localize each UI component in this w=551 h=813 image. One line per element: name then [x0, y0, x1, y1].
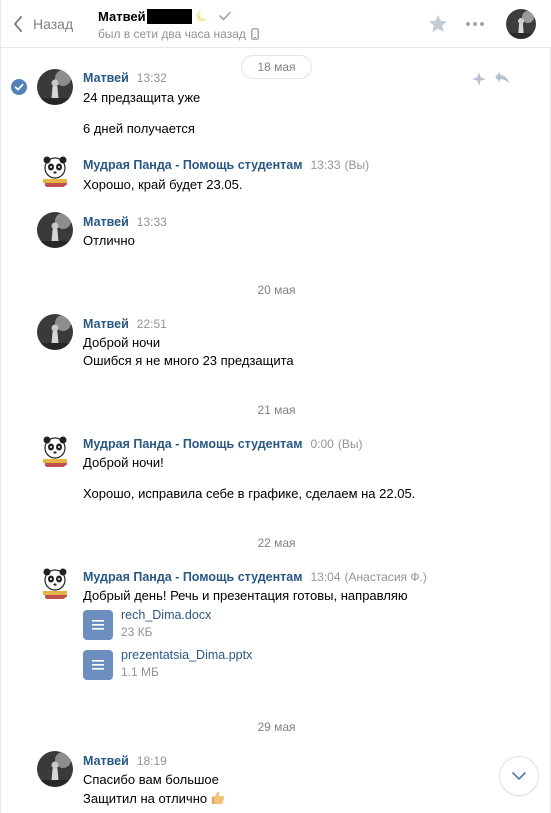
- date-separator: 21 мая: [257, 403, 296, 417]
- message-text: Добрый день! Речь и презентация готовы, …: [83, 588, 408, 603]
- header-avatar[interactable]: [506, 9, 536, 39]
- date-separator: 20 мая: [257, 283, 296, 297]
- document-size: 23 КБ: [121, 625, 153, 639]
- message-time[interactable]: 13:32: [137, 71, 167, 85]
- sender-note: (Вы): [344, 158, 370, 172]
- chat-header: Назад Матвей был в сети два часа назад: [1, 0, 551, 48]
- sender-name[interactable]: Матвей: [83, 317, 129, 331]
- reply-icon[interactable]: [494, 71, 510, 85]
- message-header: Мудрая Панда - Помощь студентам 13:33 (В…: [83, 158, 369, 172]
- sender-name[interactable]: Матвей: [83, 71, 129, 85]
- online-status: был в сети два часа назад: [98, 27, 246, 41]
- document-size: 1.1 МБ: [121, 665, 159, 679]
- moon-emoji-icon: [196, 10, 209, 22]
- sender-note: (Вы): [337, 437, 363, 451]
- date-separator: 29 мая: [257, 720, 296, 734]
- message-text: Отлично: [83, 233, 135, 248]
- redacted-surname: [146, 8, 192, 24]
- date-separator: 18 мая: [241, 55, 312, 79]
- star-icon[interactable]: [428, 14, 448, 33]
- thumbs-up-emoji-icon: [212, 791, 225, 805]
- contact-info[interactable]: Матвей был в сети два часа назад: [98, 8, 259, 41]
- message-header: Мудрая Панда - Помощь студентам 13:04 (А…: [83, 570, 427, 584]
- message-time[interactable]: 13:04: [310, 570, 340, 584]
- document-icon: [83, 650, 113, 680]
- message-header: Матвей 22:51: [83, 317, 167, 331]
- message-text: Спасибо вам большое: [83, 772, 219, 787]
- sparkle-icon[interactable]: [471, 71, 487, 87]
- message-time[interactable]: 18:19: [137, 754, 167, 768]
- message-time[interactable]: 13:33: [310, 158, 340, 172]
- more-icon[interactable]: [465, 21, 485, 27]
- mobile-phone-icon: [251, 28, 259, 40]
- message-text: Доброй ночи!: [83, 455, 164, 470]
- back-button[interactable]: Назад: [13, 13, 73, 35]
- document-icon: [83, 610, 113, 640]
- message-header: Матвей 13:33: [83, 215, 167, 229]
- sender-name[interactable]: Матвей: [83, 215, 129, 229]
- avatar[interactable]: [37, 751, 73, 787]
- sender-note: (Анастасия Ф.): [344, 570, 427, 584]
- message-text: 24 предзащита уже: [83, 90, 201, 105]
- message-text: Хорошо, край будет 23.05.: [83, 177, 243, 192]
- message-time[interactable]: 0:00: [310, 437, 333, 451]
- document-name[interactable]: rech_Dima.docx: [121, 608, 211, 622]
- chevron-down-icon: [512, 772, 526, 780]
- message-time[interactable]: 22:51: [137, 317, 167, 331]
- message-header: Матвей 13:32: [83, 71, 167, 85]
- scroll-down-button[interactable]: [499, 756, 539, 796]
- message-text-line: Защитил на отлично: [83, 790, 225, 806]
- document-attachment[interactable]: rech_Dima.docx 23 КБ: [83, 608, 211, 642]
- message-header: Матвей 18:19: [83, 754, 167, 768]
- sender-name[interactable]: Мудрая Панда - Помощь студентам: [83, 437, 302, 451]
- message-text: Ошибся я не много 23 предзащита: [83, 353, 294, 368]
- document-attachment[interactable]: prezentatsia_Dima.pptx 1.1 МБ: [83, 648, 252, 682]
- chat-window: Назад Матвей был в сети два часа назад 1…: [0, 0, 551, 813]
- panda-avatar[interactable]: [37, 565, 73, 601]
- selected-check-icon[interactable]: [11, 79, 27, 95]
- sender-name[interactable]: Мудрая Панда - Помощь студентам: [83, 570, 302, 584]
- back-label: Назад: [33, 16, 74, 32]
- message-header: Мудрая Панда - Помощь студентам 0:00 (Вы…: [83, 437, 362, 451]
- chevron-left-icon: [14, 16, 22, 32]
- panda-avatar[interactable]: [37, 153, 73, 189]
- panda-avatar[interactable]: [37, 433, 73, 469]
- avatar[interactable]: [37, 69, 73, 105]
- message-text: Хорошо, исправила себе в графике, сделае…: [83, 486, 416, 501]
- date-separator: 22 мая: [257, 536, 296, 550]
- message-time[interactable]: 13:33: [137, 215, 167, 229]
- message-text: Защитил на отлично: [83, 791, 208, 806]
- avatar[interactable]: [37, 212, 73, 248]
- message-text: Доброй ночи: [83, 335, 161, 350]
- sender-name[interactable]: Мудрая Панда - Помощь студентам: [83, 158, 302, 172]
- message-text: 6 дней получается: [83, 121, 195, 136]
- check-icon: [218, 11, 231, 21]
- sender-name[interactable]: Матвей: [83, 754, 129, 768]
- avatar[interactable]: [37, 314, 73, 350]
- contact-name[interactable]: Матвей: [98, 9, 146, 24]
- document-name[interactable]: prezentatsia_Dima.pptx: [121, 648, 252, 662]
